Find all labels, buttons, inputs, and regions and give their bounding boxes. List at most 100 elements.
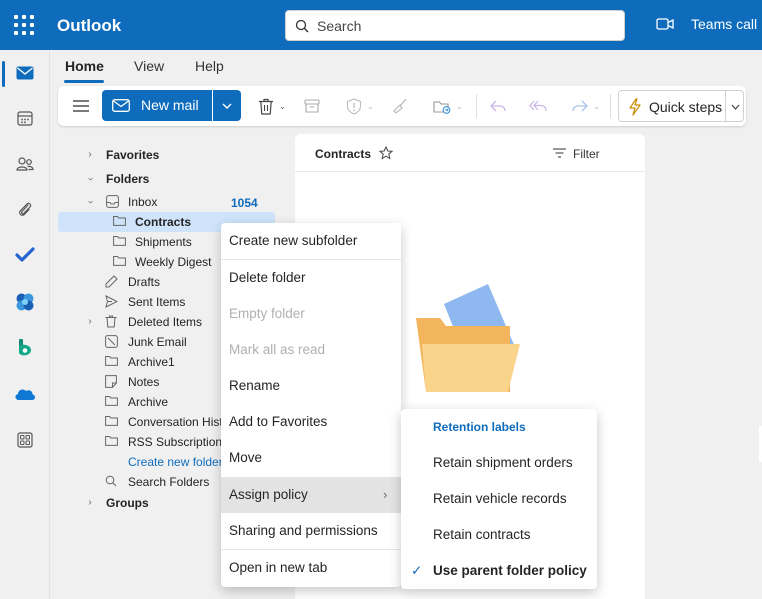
report-button[interactable]: ⌄	[340, 94, 380, 118]
reply-all-icon[interactable]	[526, 94, 550, 118]
reading-pane-gap	[645, 134, 762, 599]
rename-item[interactable]: Rename	[221, 369, 401, 403]
forward-icon	[572, 100, 588, 112]
chevron-right-icon: ›	[88, 497, 92, 508]
shield-warning-icon	[346, 97, 361, 115]
filter-button[interactable]: Filter	[553, 147, 600, 161]
sweep-icon[interactable]	[388, 94, 412, 118]
chevron-down-icon: ›	[85, 200, 96, 204]
groups-label: Groups	[106, 496, 149, 510]
open-new-tab-item[interactable]: Open in new tab	[221, 551, 401, 585]
new-mail-button[interactable]: New mail	[102, 90, 212, 121]
ribbon-tabs: Home View Help	[50, 50, 762, 86]
add-favorites-item[interactable]: Add to Favorites	[221, 405, 401, 439]
create-new-folder-link[interactable]: Create new folder	[128, 452, 221, 472]
onedrive-icon[interactable]	[13, 382, 37, 406]
junk-email-label: Junk Email	[128, 335, 187, 349]
mail-icon[interactable]	[13, 61, 37, 85]
use-parent-policy-label: Use parent folder policy	[433, 563, 587, 578]
inbox-label: Inbox	[128, 195, 158, 209]
mark-all-read-item[interactable]: Mark all as read	[221, 333, 401, 367]
sent-items-label: Sent Items	[128, 295, 186, 309]
archive-icon[interactable]	[300, 94, 324, 118]
rail-active-indicator	[2, 61, 5, 87]
chevron-right-icon: ›	[88, 316, 92, 327]
tab-home[interactable]: Home	[65, 58, 104, 74]
send-icon	[105, 295, 118, 308]
search-placeholder: Search	[317, 18, 362, 34]
archive-label: Archive	[128, 395, 169, 409]
sharing-permissions-item[interactable]: Sharing and permissions	[221, 514, 401, 548]
chevron-right-icon: ›	[88, 149, 92, 160]
video-camera-icon	[656, 18, 674, 30]
create-subfolder-item[interactable]: Create new subfolder	[221, 224, 401, 258]
trash-icon	[105, 315, 117, 328]
delete-button[interactable]: ⌄	[252, 94, 292, 118]
search-box[interactable]: Search	[285, 10, 625, 41]
people-icon[interactable]	[13, 152, 37, 176]
empty-folder-item[interactable]: Empty folder	[221, 297, 401, 331]
list-title: Contracts	[315, 147, 372, 161]
tab-view[interactable]: View	[134, 58, 164, 74]
note-icon	[105, 375, 117, 388]
new-mail-dropdown[interactable]	[213, 90, 241, 121]
viva-engage-icon[interactable]	[13, 290, 37, 314]
retention-labels-submenu: Retention labels Retain shipment orders …	[401, 409, 597, 589]
quick-steps-label: Quick steps	[649, 99, 723, 115]
folder-icon	[105, 416, 118, 426]
retain-shipment-orders-item[interactable]: Retain shipment orders	[401, 446, 597, 480]
folder-move-icon	[433, 100, 451, 114]
empty-folder-illustration	[416, 284, 520, 392]
tab-help[interactable]: Help	[195, 58, 224, 74]
search-icon	[295, 19, 309, 33]
top-bar: Outlook Search Teams call	[0, 0, 762, 50]
deleted-items-label: Deleted Items	[128, 315, 203, 329]
teams-call-label: Teams call	[691, 16, 758, 32]
search-folders-label: Search Folders	[128, 475, 210, 489]
todo-icon[interactable]	[13, 243, 37, 267]
inbox-icon	[106, 195, 119, 208]
app-title[interactable]: Outlook	[57, 16, 121, 36]
more-apps-icon[interactable]	[13, 428, 37, 452]
notes-label: Notes	[128, 375, 160, 389]
new-mail-label: New mail	[141, 97, 199, 113]
pencil-icon	[105, 275, 118, 288]
forward-button[interactable]: ⌄	[566, 94, 606, 118]
delete-folder-item[interactable]: Delete folder	[221, 261, 401, 295]
folder-icon	[105, 396, 118, 406]
inbox-unread-count: 1054	[231, 196, 258, 210]
folder-context-menu: Create new subfolder Delete folder Empty…	[221, 223, 401, 587]
list-header: Contracts Filter	[295, 134, 645, 172]
move-to-button[interactable]: ⌄	[428, 94, 468, 118]
use-parent-policy-item[interactable]: ✓ Use parent folder policy	[401, 554, 597, 588]
folder-icon	[105, 356, 118, 366]
app-rail	[0, 50, 50, 599]
retention-labels-header: Retention labels	[433, 420, 526, 434]
conversation-history-label: Conversation Hist	[128, 415, 223, 429]
retain-vehicle-records-item[interactable]: Retain vehicle records	[401, 482, 597, 516]
lightning-icon	[629, 98, 641, 116]
move-item[interactable]: Move	[221, 441, 401, 475]
archive1-label: Archive1	[128, 355, 175, 369]
calendar-icon[interactable]	[13, 106, 37, 130]
retain-contracts-item[interactable]: Retain contracts	[401, 518, 597, 552]
folder-icon	[113, 256, 126, 266]
folder-icon	[113, 216, 126, 226]
assign-policy-label: Assign policy	[229, 487, 308, 502]
reply-icon[interactable]	[486, 94, 510, 118]
checkmark-icon: ✓	[411, 563, 423, 578]
chevron-down-icon: ›	[85, 177, 96, 181]
active-tab-indicator	[64, 80, 104, 83]
search-icon	[105, 475, 117, 487]
assign-policy-item[interactable]: Assign policy ›	[221, 477, 401, 513]
rss-label: RSS Subscriptions	[128, 435, 225, 449]
hamburger-menu-icon[interactable]	[70, 96, 92, 116]
app-launcher-icon[interactable]	[14, 15, 34, 35]
quick-steps-button[interactable]: Quick steps	[618, 90, 744, 122]
chevron-down-icon[interactable]	[731, 104, 740, 110]
bookings-icon[interactable]	[13, 336, 37, 360]
folders-label: Folders	[106, 172, 150, 186]
folder-icon	[113, 236, 126, 246]
attachment-icon[interactable]	[13, 198, 37, 222]
star-icon[interactable]	[379, 146, 393, 160]
